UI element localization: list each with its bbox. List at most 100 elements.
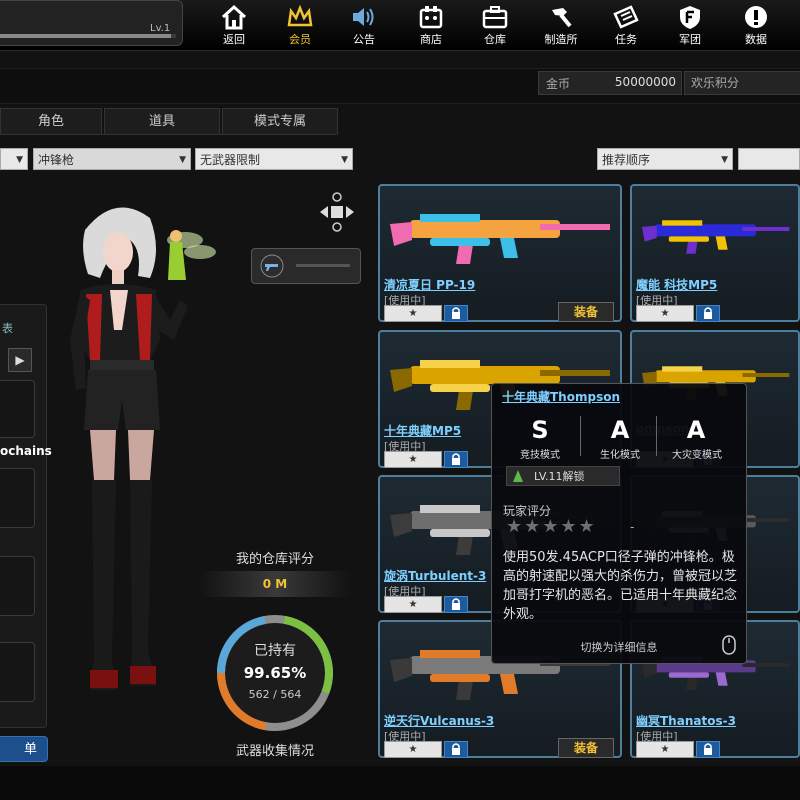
lock-button[interactable]: [696, 305, 720, 322]
grade-divider: [580, 416, 581, 456]
player-level-panel: Lv.1: [0, 0, 183, 46]
slot-panel-tag: 表: [2, 322, 13, 335]
crown-icon: [287, 4, 313, 27]
equip-button[interactable]: 装备: [558, 302, 614, 322]
tab-mode-exclusive[interactable]: 模式专属: [222, 108, 338, 135]
nav-notice-button[interactable]: 公告: [338, 2, 390, 48]
play-arrow-button[interactable]: ▶: [8, 348, 32, 372]
sort-select[interactable]: 推荐顺序 ▼: [597, 148, 733, 170]
favorite-button[interactable]: ★: [384, 741, 442, 758]
equip-slot[interactable]: [0, 468, 35, 528]
weapon-image: [642, 220, 790, 254]
nav-vip-button[interactable]: 会员: [274, 2, 326, 48]
weapon-name[interactable]: 清凉夏日 PP-19: [384, 276, 475, 293]
equip-slot[interactable]: [0, 642, 35, 702]
rotate-zoom-control[interactable]: [318, 192, 356, 232]
nav-clan-button[interactable]: 军团: [664, 2, 716, 48]
shield-f-icon: [680, 6, 700, 29]
nav-back-label: 返回: [223, 33, 245, 46]
sort-value: 推荐顺序: [602, 153, 651, 167]
weapon-card[interactable]: 清凉夏日 PP-19 [使用中] ★ 装备: [378, 184, 622, 322]
grade-mode-label: 竞技模式: [520, 450, 560, 461]
lock-button[interactable]: [444, 305, 468, 322]
nav-data-button[interactable]: 数据: [730, 2, 782, 48]
favorite-button[interactable]: ★: [384, 596, 442, 613]
weapon-image: [390, 214, 610, 264]
weapon-name[interactable]: 旋涡Turbulent-3: [384, 567, 486, 584]
player-rating-stars: ★★★★★: [506, 516, 597, 537]
gold-value: 50000000: [614, 75, 676, 89]
equip-slot[interactable]: [0, 380, 35, 438]
nav-vip-label: 会员: [289, 33, 311, 46]
nav-craft-button[interactable]: 制造所: [535, 2, 587, 48]
lock-icon: [452, 453, 460, 465]
weapon-card[interactable]: 魔能 科技MP5 [使用中] ★: [630, 184, 800, 322]
search-input[interactable]: [738, 148, 800, 170]
collection-count: 562 / 564: [248, 688, 302, 701]
lock-icon: [704, 307, 712, 319]
slot-item-name: ochains: [0, 444, 52, 458]
favorite-button[interactable]: ★: [636, 305, 694, 322]
chevron-down-icon: ▼: [16, 155, 23, 165]
tab-divider: [0, 134, 336, 135]
switch-detail-hint: 切换为详细信息: [580, 641, 658, 654]
weapon-display-toggle[interactable]: [251, 248, 361, 284]
equip-button[interactable]: 装备: [558, 738, 614, 758]
toggle-track: [296, 264, 350, 267]
hammer-icon: [552, 8, 572, 28]
favorite-button[interactable]: ★: [384, 451, 442, 468]
weapon-name[interactable]: 幽冥Thanatos-3: [636, 712, 736, 729]
grade-mode-label: 生化模式: [600, 450, 640, 461]
favorite-button[interactable]: ★: [384, 305, 442, 322]
speaker-icon: [353, 8, 374, 26]
weapon-name[interactable]: 逆天行Vulcanus-3: [384, 712, 494, 729]
nav-storage-button[interactable]: 仓库: [469, 2, 521, 48]
nav-craft-label: 制造所: [544, 33, 578, 46]
character-model[interactable]: [50, 190, 240, 710]
nav-shop-label: 商店: [420, 33, 442, 46]
lock-button[interactable]: [444, 741, 468, 758]
collection-footer: 武器收集情况: [235, 744, 314, 759]
nav-back-button[interactable]: 返回: [208, 2, 260, 48]
player-rating-tail: -: [630, 520, 635, 534]
grade-divider: [656, 416, 657, 456]
nav-clan-label: 军团: [679, 33, 701, 46]
category-select[interactable]: ▼: [0, 148, 28, 170]
points-label: 欢乐积分: [691, 76, 740, 90]
ticket-icon: [613, 5, 639, 29]
shop-icon: [419, 6, 443, 29]
grade-mode-label: 大灾变模式: [672, 450, 722, 461]
collection-percent: 99.65%: [243, 664, 307, 682]
bottom-bar: [0, 766, 800, 800]
briefcase-icon: [482, 6, 508, 29]
level-progress-fill: [0, 34, 171, 38]
weapon-limit-select[interactable]: 无武器限制 ▼: [195, 148, 353, 170]
weapon-type-select[interactable]: 冲锋枪 ▼: [33, 148, 191, 170]
list-button[interactable]: 单: [0, 736, 48, 762]
home-icon: [221, 4, 247, 30]
favorite-button[interactable]: ★: [636, 741, 694, 758]
lock-icon: [452, 307, 460, 319]
level-progress-bar: [0, 34, 176, 38]
lock-icon: [452, 598, 460, 610]
lock-button[interactable]: [444, 596, 468, 613]
nav-notice-label: 公告: [353, 33, 375, 46]
nav-tasks-button[interactable]: 任务: [600, 2, 652, 48]
storage-score-value: 0 M: [262, 577, 288, 591]
chevron-down-icon: ▼: [179, 155, 186, 165]
weapon-name[interactable]: 十年典藏MP5: [384, 422, 461, 439]
tab-character[interactable]: 角色: [0, 108, 102, 135]
nav-shop-button[interactable]: 商店: [405, 2, 457, 48]
unlock-icon: [513, 470, 523, 482]
lock-icon: [452, 743, 460, 755]
weapon-name[interactable]: 魔能 科技MP5: [636, 276, 717, 293]
lock-button[interactable]: [444, 451, 468, 468]
gold-label: 金币: [546, 77, 571, 91]
tab-items[interactable]: 道具: [104, 108, 220, 135]
equip-slot[interactable]: [0, 556, 35, 616]
gun-icon: [260, 254, 284, 278]
level-label: Lv.1: [150, 23, 171, 34]
collection-label: 已持有: [254, 643, 296, 659]
unlock-level-text: LV.11解锁: [534, 470, 585, 483]
lock-button[interactable]: [696, 741, 720, 758]
